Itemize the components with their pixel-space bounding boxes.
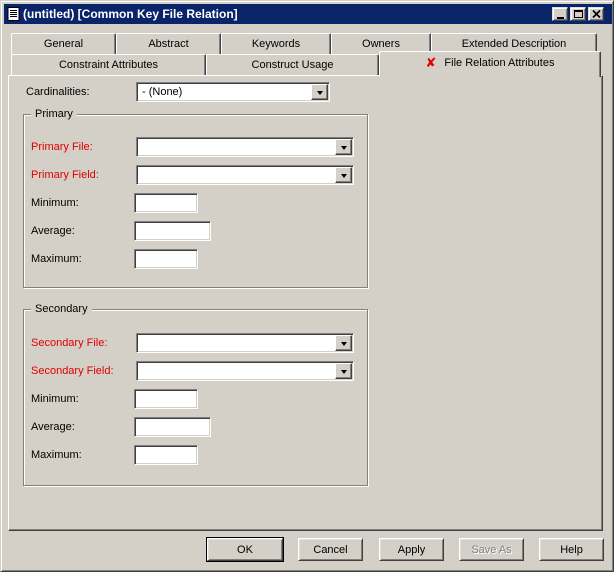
secondary-field-dropdown-button[interactable] <box>335 363 352 379</box>
close-icon <box>592 10 601 18</box>
maximize-button[interactable] <box>570 7 586 21</box>
tab-label: Extended Description <box>462 38 567 50</box>
chevron-down-icon <box>341 146 347 150</box>
minimize-button[interactable] <box>552 7 568 21</box>
tab-keywords[interactable]: Keywords <box>221 33 331 54</box>
error-x-icon: ✘ <box>426 56 437 69</box>
primary-file-dropdown-button[interactable] <box>335 139 352 155</box>
secondary-minimum-label: Minimum: <box>31 393 79 406</box>
cardinalities-label: Cardinalities: <box>26 86 90 99</box>
ok-button[interactable]: OK <box>207 538 283 561</box>
title-bar[interactable]: (untitled) [Common Key File Relation] <box>4 4 612 24</box>
cardinalities-combobox[interactable]: - (None) <box>136 82 330 102</box>
primary-maximum-label: Maximum: <box>31 253 82 266</box>
secondary-maximum-input[interactable] <box>134 445 198 465</box>
primary-file-label: Primary File: <box>31 141 93 154</box>
secondary-file-label: Secondary File: <box>31 337 107 350</box>
secondary-field-value <box>137 362 334 380</box>
maximize-icon <box>574 10 583 18</box>
tab-constraint-attributes[interactable]: Constraint Attributes <box>11 54 206 75</box>
minimize-icon <box>557 17 564 19</box>
primary-file-combobox[interactable] <box>136 137 354 157</box>
tab-label: Abstract <box>148 38 188 50</box>
primary-average-label: Average: <box>31 225 75 238</box>
primary-average-input[interactable] <box>134 221 211 241</box>
chevron-down-icon <box>341 370 347 374</box>
primary-minimum-label: Minimum: <box>31 197 79 210</box>
apply-button[interactable]: Apply <box>379 538 444 561</box>
primary-field-label: Primary Field: <box>31 169 99 182</box>
cardinalities-dropdown-button[interactable] <box>311 84 328 100</box>
secondary-field-label: Secondary Field: <box>31 365 114 378</box>
close-button[interactable] <box>588 7 604 21</box>
tab-file-relation-attributes[interactable]: ✘ File Relation Attributes <box>379 51 601 77</box>
primary-field-value <box>137 166 334 184</box>
save-as-button[interactable]: Save As <box>459 538 524 561</box>
secondary-maximum-label: Maximum: <box>31 449 82 462</box>
primary-file-value <box>137 138 334 156</box>
primary-minimum-input[interactable] <box>134 193 198 213</box>
tab-construct-usage[interactable]: Construct Usage <box>206 54 379 75</box>
cancel-button[interactable]: Cancel <box>298 538 363 561</box>
secondary-average-label: Average: <box>31 421 75 434</box>
secondary-group-title: Secondary <box>31 303 92 316</box>
tab-label: General <box>44 38 83 50</box>
common-key-file-relation-dialog: (untitled) [Common Key File Relation] Ge… <box>0 0 614 572</box>
tab-abstract[interactable]: Abstract <box>116 33 221 54</box>
tab-general[interactable]: General <box>11 33 116 54</box>
primary-group-title: Primary <box>31 108 77 121</box>
help-button[interactable]: Help <box>539 538 604 561</box>
cardinalities-value: - (None) <box>137 83 310 101</box>
tab-label: Construct Usage <box>252 59 334 71</box>
secondary-file-dropdown-button[interactable] <box>335 335 352 351</box>
secondary-field-combobox[interactable] <box>136 361 354 381</box>
secondary-minimum-input[interactable] <box>134 389 198 409</box>
tab-label: Constraint Attributes <box>59 59 158 71</box>
secondary-average-input[interactable] <box>134 417 211 437</box>
primary-field-dropdown-button[interactable] <box>335 167 352 183</box>
chevron-down-icon <box>341 342 347 346</box>
primary-maximum-input[interactable] <box>134 249 198 269</box>
chevron-down-icon <box>341 174 347 178</box>
primary-field-combobox[interactable] <box>136 165 354 185</box>
secondary-file-value <box>137 334 334 352</box>
tab-label: Owners <box>362 38 400 50</box>
tab-label: Keywords <box>252 38 300 50</box>
chevron-down-icon <box>317 91 323 95</box>
secondary-file-combobox[interactable] <box>136 333 354 353</box>
window-controls <box>552 7 604 21</box>
document-icon <box>6 7 20 21</box>
tab-label: File Relation Attributes <box>444 57 554 69</box>
window-title: (untitled) [Common Key File Relation] <box>23 7 238 21</box>
